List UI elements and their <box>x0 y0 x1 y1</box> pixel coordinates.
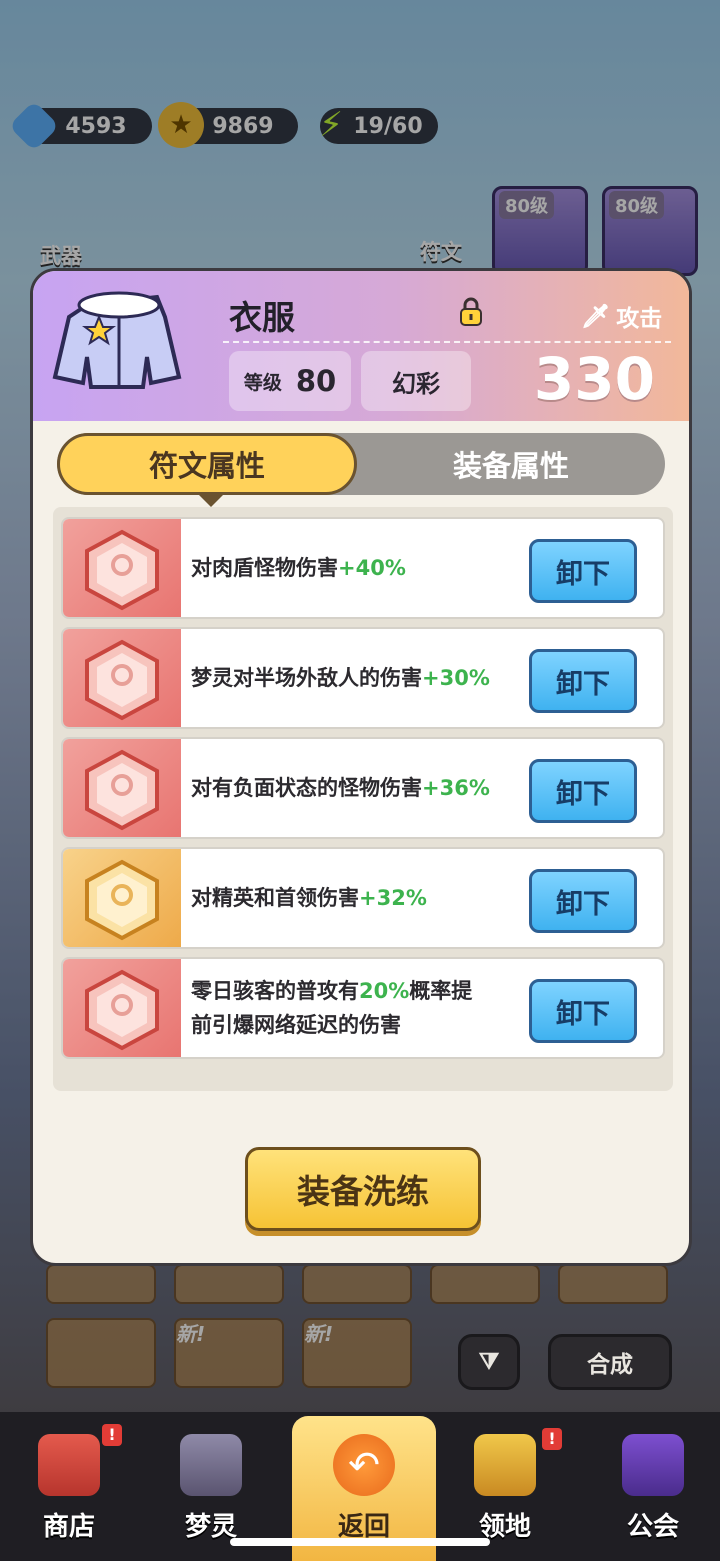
rune-row: 对肉盾怪物伤害+40% 卸下 <box>61 517 665 619</box>
tab-pointer <box>197 493 225 507</box>
back-arrow-icon: ↶ <box>333 1434 395 1496</box>
divider <box>223 341 671 343</box>
merge-button[interactable]: 合成 <box>548 1334 672 1390</box>
notification-badge: ! <box>102 1424 122 1446</box>
level-value: 80 <box>295 364 337 398</box>
guild-icon <box>622 1434 684 1496</box>
tab-bar: 装备属性 符文属性 <box>57 433 665 495</box>
jacket-icon <box>52 291 182 389</box>
home-indicator <box>230 1538 490 1546</box>
unequip-button[interactable]: 卸下 <box>529 759 637 823</box>
bonus-value: +36% <box>422 776 490 800</box>
level-pill: 等级 80 <box>229 351 351 411</box>
slot-type-label: 攻击 <box>616 306 663 332</box>
robot-icon <box>180 1434 242 1496</box>
rune-description: 对有负面状态的怪物伤害+36% <box>191 776 490 800</box>
power-value: 330 <box>533 345 655 413</box>
rune-row: 零日骇客的普攻有20%概率提 前引爆网络延迟的伤害 卸下 <box>61 957 665 1059</box>
rune-row: 对精英和首领伤害+32% 卸下 <box>61 847 665 949</box>
rune-description: 零日骇客的普攻有20%概率提 前引爆网络延迟的伤害 <box>191 979 473 1037</box>
lock-icon[interactable] <box>459 297 483 327</box>
unequip-button[interactable]: 卸下 <box>529 539 637 603</box>
rune-description: 对精英和首领伤害+32% <box>191 886 427 910</box>
bonus-value: 20% <box>359 979 410 1003</box>
bonus-value: +40% <box>338 556 406 580</box>
rune-description: 对肉盾怪物伤害+40% <box>191 556 406 580</box>
rune-row: 对有负面状态的怪物伤害+36% 卸下 <box>61 737 665 839</box>
tab-equipment-attributes[interactable]: 装备属性 <box>357 433 665 495</box>
unequip-button[interactable]: 卸下 <box>529 979 637 1043</box>
shop-icon <box>38 1434 100 1496</box>
territory-icon <box>474 1434 536 1496</box>
item-header: 衣服 🗡 攻击 等级 80 幻彩 330 <box>33 271 689 421</box>
rune-gem-icon <box>85 969 159 1051</box>
sword-icon: 🗡 <box>581 303 611 330</box>
quality-pill: 幻彩 <box>361 351 471 411</box>
item-detail-panel: 衣服 🗡 攻击 等级 80 幻彩 330 装备属性 符文属性 对肉盾怪物伤害+4… <box>30 268 692 1266</box>
rune-gem-icon <box>85 859 159 941</box>
rune-gem-icon <box>85 749 159 831</box>
filter-button[interactable]: ⧩ <box>458 1334 520 1390</box>
item-name: 衣服 <box>229 298 295 337</box>
notification-badge: ! <box>542 1428 562 1450</box>
filter-icon: ⧩ <box>478 1349 500 1375</box>
tab-rune-attributes[interactable]: 符文属性 <box>57 433 357 495</box>
nav-item-shop[interactable]: 商店 <box>14 1428 124 1558</box>
bonus-value: +30% <box>422 666 490 690</box>
unequip-button[interactable]: 卸下 <box>529 869 637 933</box>
refine-equipment-button[interactable]: 装备洗练 <box>245 1147 481 1231</box>
rune-row: 梦灵对半场外敌人的伤害+30% 卸下 <box>61 627 665 729</box>
nav-item-guild[interactable]: 公会 <box>598 1428 708 1558</box>
unequip-button[interactable]: 卸下 <box>529 649 637 713</box>
rune-gem-icon <box>85 639 159 721</box>
level-label: 等级 <box>243 371 282 394</box>
rune-description: 梦灵对半场外敌人的伤害+30% <box>191 666 490 690</box>
rune-gem-icon <box>85 529 159 611</box>
bonus-value: +32% <box>359 886 427 910</box>
slot-type: 🗡 攻击 <box>581 299 662 333</box>
